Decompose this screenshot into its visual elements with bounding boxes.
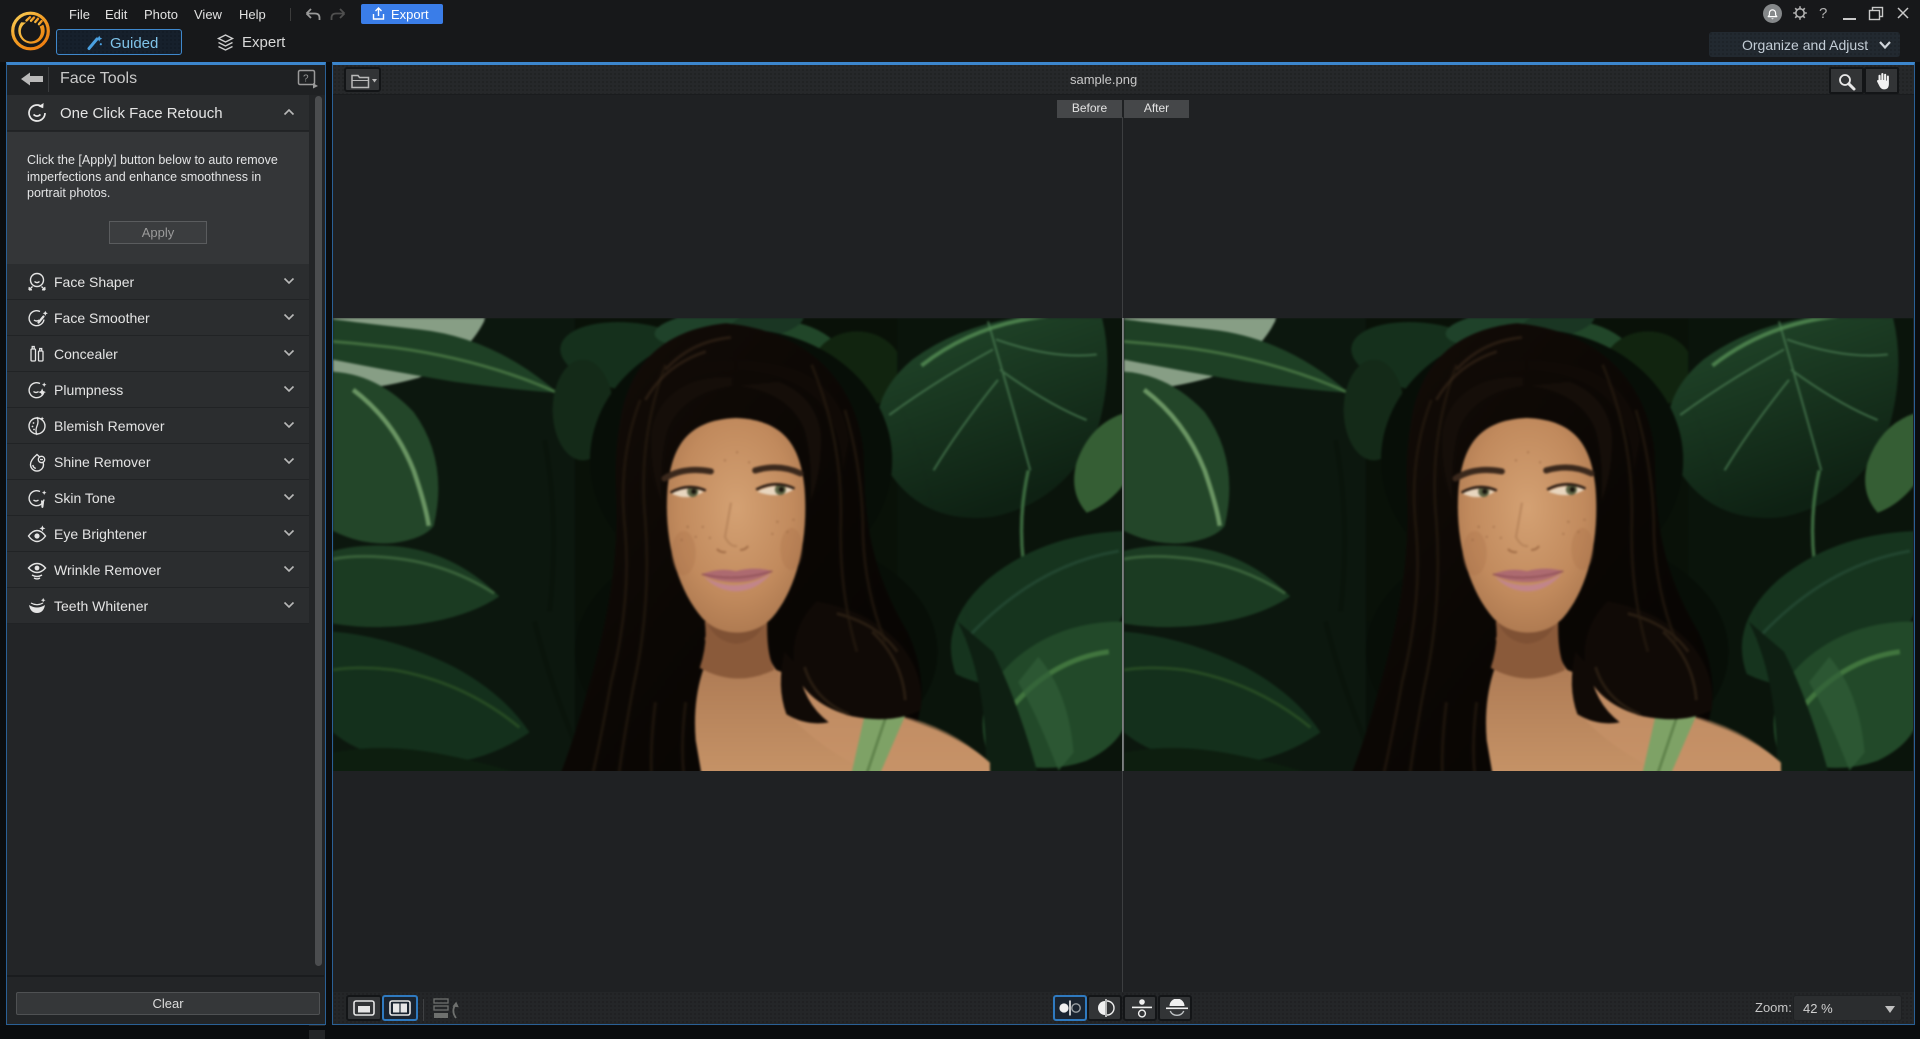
svg-text:?: ? [303,74,309,85]
